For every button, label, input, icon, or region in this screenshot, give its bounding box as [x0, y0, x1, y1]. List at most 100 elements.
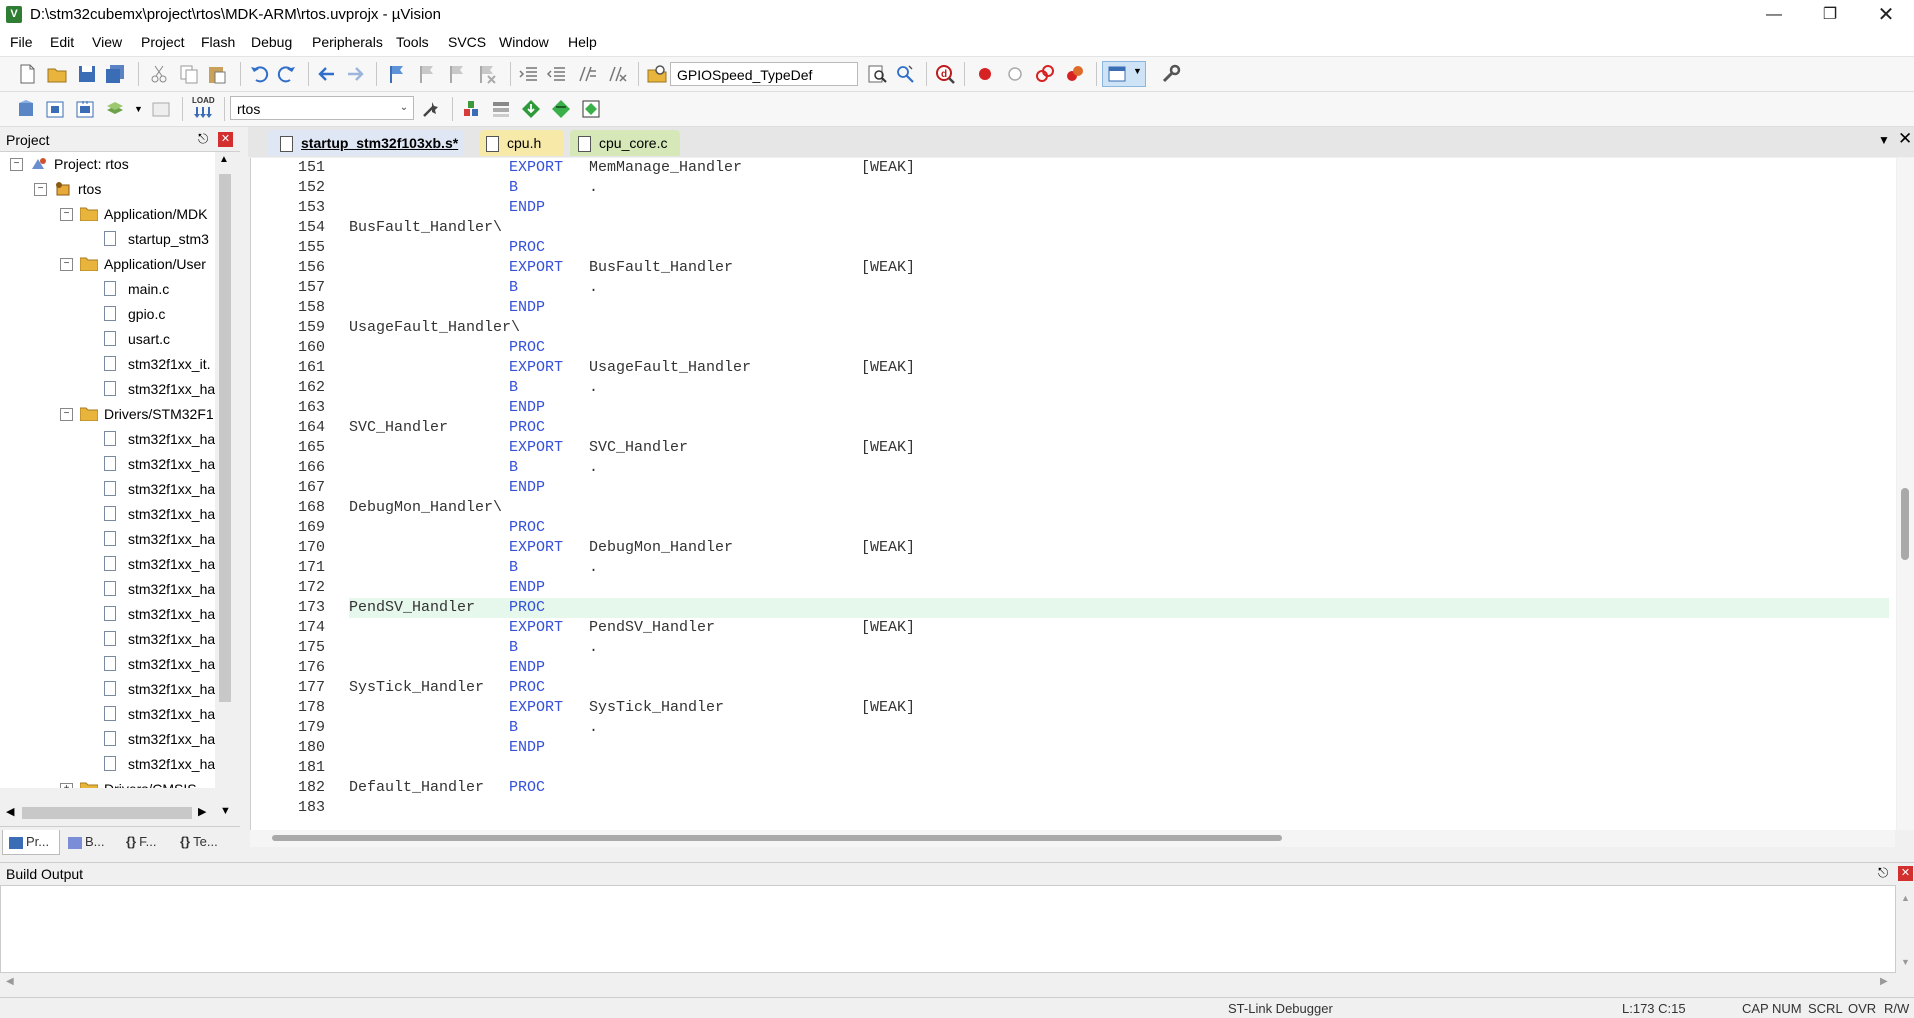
- scroll-thumb[interactable]: [22, 807, 192, 819]
- scroll-thumb[interactable]: [272, 835, 1282, 841]
- uncomment-icon[interactable]: [606, 63, 628, 85]
- tab-cpu-core-c[interactable]: cpu_core.c: [570, 130, 680, 156]
- scroll-up-icon[interactable]: ▲: [1901, 893, 1910, 903]
- select-packs-icon[interactable]: [490, 98, 512, 120]
- close-icon[interactable]: ✕: [1858, 0, 1914, 30]
- menu-edit[interactable]: Edit: [50, 34, 74, 50]
- project-tree-vertical-scrollbar[interactable]: ▲: [215, 152, 235, 788]
- tab-templates[interactable]: {} Te...: [178, 830, 234, 854]
- menu-window[interactable]: Window: [499, 34, 549, 50]
- build-icon[interactable]: [44, 98, 66, 120]
- target-select[interactable]: rtos: [230, 96, 414, 120]
- navigate-forward-icon[interactable]: [344, 63, 366, 85]
- next-bookmark-icon[interactable]: [446, 63, 468, 85]
- line-number: 175: [297, 639, 325, 656]
- scroll-right-icon[interactable]: ▶: [198, 805, 206, 818]
- save-all-icon[interactable]: [104, 63, 126, 85]
- project-tree-horizontal-scrollbar[interactable]: ◀ ▶ ▼: [0, 803, 235, 823]
- find-combo[interactable]: GPIOSpeed_TypeDef: [670, 62, 858, 86]
- close-tab-icon[interactable]: ✕: [1898, 129, 1912, 149]
- save-icon[interactable]: [76, 63, 98, 85]
- scroll-thumb[interactable]: [1901, 488, 1909, 560]
- build-output-vertical-scrollbar[interactable]: ▲ ▼: [1898, 885, 1914, 993]
- tab-functions[interactable]: {} F...: [124, 830, 174, 854]
- code-keyword: B: [509, 379, 519, 396]
- find-in-files-icon[interactable]: [646, 63, 668, 85]
- target-options-icon[interactable]: [420, 98, 442, 120]
- scroll-right-icon[interactable]: ▶: [1880, 976, 1888, 987]
- cut-icon[interactable]: [148, 63, 170, 85]
- scroll-thumb[interactable]: [219, 174, 231, 702]
- menu-debug[interactable]: Debug: [251, 34, 292, 50]
- scroll-left-icon[interactable]: ◀: [6, 805, 14, 818]
- menu-flash[interactable]: Flash: [201, 34, 235, 50]
- start-debug-icon[interactable]: d: [934, 63, 956, 85]
- scroll-left-icon[interactable]: ◀: [6, 976, 14, 987]
- window-layout-button[interactable]: ▼: [1102, 61, 1146, 87]
- editor-vertical-scrollbar[interactable]: [1897, 158, 1914, 830]
- insert-breakpoint-icon[interactable]: [974, 63, 996, 85]
- scroll-down-icon[interactable]: ▼: [220, 805, 231, 817]
- pack-installer-icon[interactable]: [520, 98, 542, 120]
- comment-icon[interactable]: [576, 63, 598, 85]
- editor-horizontal-scrollbar[interactable]: [250, 830, 1895, 847]
- translate-icon[interactable]: [16, 98, 38, 120]
- indent-icon[interactable]: [518, 63, 540, 85]
- chevron-down-icon[interactable]: ▼: [134, 104, 143, 114]
- undo-icon[interactable]: [248, 63, 270, 85]
- menu-help[interactable]: Help: [568, 34, 597, 50]
- close-panel-icon[interactable]: ✕: [1898, 866, 1913, 881]
- collapse-icon[interactable]: −: [10, 158, 23, 171]
- new-file-icon[interactable]: [16, 63, 38, 85]
- collapse-icon[interactable]: −: [34, 183, 47, 196]
- collapse-icon[interactable]: −: [60, 258, 73, 271]
- enable-breakpoint-icon[interactable]: [1004, 63, 1026, 85]
- run-time-environment-icon[interactable]: [550, 98, 572, 120]
- tab-startup-file[interactable]: startup_stm32f103xb.s*: [268, 130, 464, 156]
- expand-icon[interactable]: +: [60, 783, 73, 788]
- pin-icon[interactable]: ⎋: [198, 131, 208, 147]
- pin-icon[interactable]: ⎋: [1878, 865, 1888, 881]
- unindent-icon[interactable]: [546, 63, 568, 85]
- clear-bookmarks-icon[interactable]: [476, 63, 498, 85]
- scroll-down-icon[interactable]: ▼: [1901, 957, 1910, 967]
- menu-view[interactable]: View: [92, 34, 122, 50]
- bookmark-icon[interactable]: [386, 63, 408, 85]
- copy-icon[interactable]: [178, 63, 200, 85]
- scroll-up-icon[interactable]: ▲: [219, 154, 229, 165]
- tab-list-chevron-icon[interactable]: ▼: [1878, 133, 1890, 147]
- menu-project[interactable]: Project: [141, 34, 185, 50]
- tab-project[interactable]: Pr...: [2, 830, 60, 855]
- disable-all-breakpoints-icon[interactable]: [1034, 63, 1056, 85]
- find-icon[interactable]: [866, 63, 888, 85]
- kill-all-breakpoints-icon[interactable]: [1064, 63, 1086, 85]
- rebuild-icon[interactable]: [74, 98, 96, 120]
- stop-build-icon[interactable]: [150, 98, 172, 120]
- navigate-back-icon[interactable]: [316, 63, 338, 85]
- manage-project-items-icon[interactable]: [460, 98, 482, 120]
- menu-peripherals[interactable]: Peripherals: [312, 34, 383, 50]
- download-button[interactable]: LOAD: [192, 96, 216, 122]
- paste-icon[interactable]: [206, 63, 228, 85]
- collapse-icon[interactable]: −: [60, 408, 73, 421]
- menu-file[interactable]: File: [10, 34, 33, 50]
- build-output-horizontal-scrollbar[interactable]: ◀ ▶: [0, 973, 1896, 993]
- collapse-icon[interactable]: −: [60, 208, 73, 221]
- prev-bookmark-icon[interactable]: [416, 63, 438, 85]
- tab-cpu-h[interactable]: cpu.h: [480, 130, 564, 156]
- chevron-down-icon[interactable]: ⌄: [396, 97, 412, 119]
- minimize-icon[interactable]: —: [1746, 0, 1802, 30]
- redo-icon[interactable]: [276, 63, 298, 85]
- menu-tools[interactable]: Tools: [396, 34, 429, 50]
- open-folder-icon[interactable]: [46, 63, 68, 85]
- batch-build-icon[interactable]: [104, 98, 126, 120]
- maximize-icon[interactable]: ❐: [1802, 0, 1858, 30]
- configure-wrench-icon[interactable]: [1160, 63, 1182, 85]
- menu-svcs[interactable]: SVCS: [448, 34, 486, 50]
- build-output-text[interactable]: [0, 885, 1896, 973]
- manage-rte-icon[interactable]: [580, 98, 602, 120]
- close-panel-icon[interactable]: ✕: [218, 132, 233, 147]
- incremental-find-icon[interactable]: [894, 63, 916, 85]
- tab-books[interactable]: B...: [64, 830, 120, 854]
- code-editor[interactable]: 151 EXPORT MemManage_Handler [WEAK] 152 B. 153…: [250, 158, 1896, 830]
